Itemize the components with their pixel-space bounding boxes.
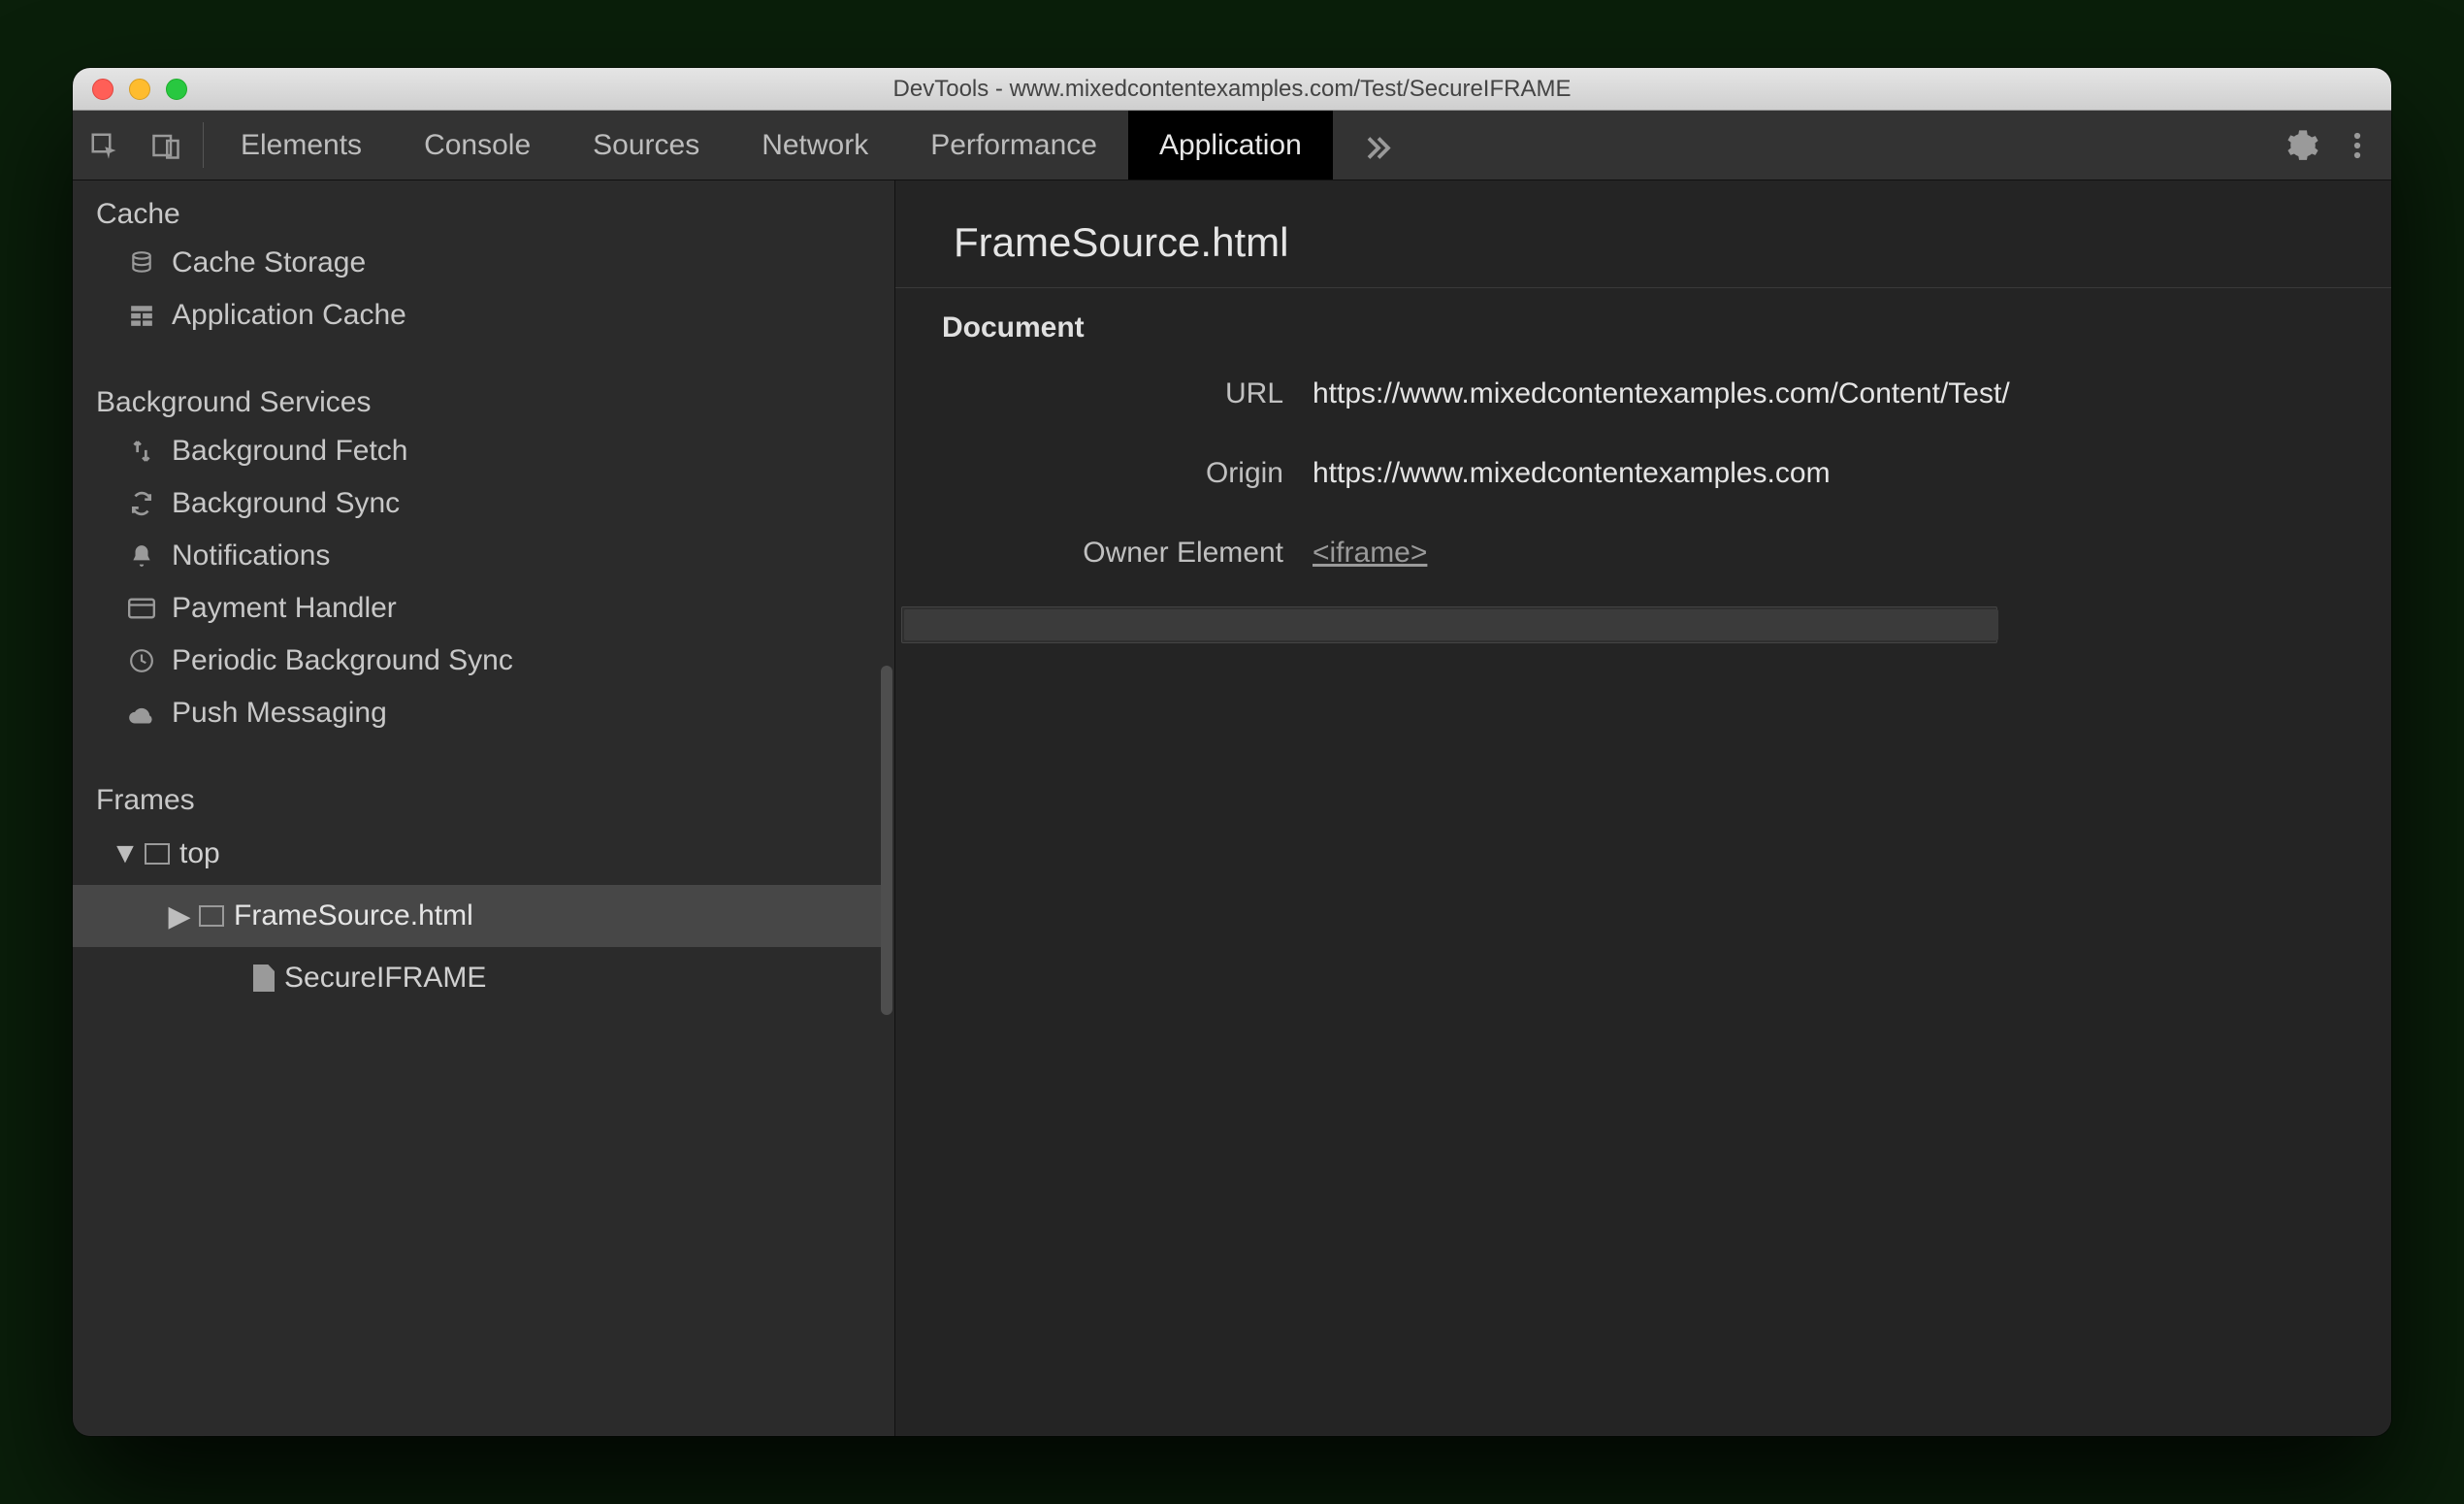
toolbar: Elements Console Sources Network Perform… (73, 111, 2391, 180)
toolbar-divider (203, 122, 204, 168)
clock-icon (127, 646, 156, 675)
sidebar-item-periodic-background-sync[interactable]: Periodic Background Sync (73, 635, 881, 687)
panel-tabs: Elements Console Sources Network Perform… (210, 111, 2253, 180)
sidebar-category-cache: Cache (73, 180, 881, 237)
sidebar-item-push-messaging[interactable]: Push Messaging (73, 687, 881, 739)
frame-tree-framesource[interactable]: ▶ FrameSource.html (73, 885, 881, 947)
tab-elements[interactable]: Elements (210, 111, 393, 180)
horizontal-scrollbar[interactable] (901, 606, 1997, 643)
sidebar-category-frames: Frames (73, 767, 881, 823)
tab-console[interactable]: Console (393, 111, 562, 180)
detail-section-document: Document (895, 288, 2391, 354)
tab-application[interactable]: Application (1128, 111, 1333, 180)
sidebar-scrollbar[interactable] (881, 666, 892, 1015)
bell-icon (127, 541, 156, 571)
sidebar-item-label: Background Fetch (172, 435, 407, 468)
detail-value-origin: https://www.mixedcontentexamples.com (1313, 457, 2391, 490)
credit-card-icon (127, 594, 156, 623)
detail-row-origin: Origin https://www.mixedcontentexamples.… (895, 434, 2391, 513)
close-window-button[interactable] (92, 79, 113, 100)
device-toolbar-button[interactable] (135, 111, 197, 180)
sidebar-item-payment-handler[interactable]: Payment Handler (73, 582, 881, 635)
disclosure-triangle-right-icon: ▶ (170, 899, 189, 933)
tab-sources[interactable]: Sources (562, 111, 730, 180)
minimize-window-button[interactable] (129, 79, 150, 100)
tab-performance[interactable]: Performance (899, 111, 1128, 180)
detail-row-owner-element: Owner Element <iframe> (895, 513, 2391, 593)
sidebar-category-background-services: Background Services (73, 369, 881, 425)
frame-tree-top[interactable]: ▼ top (73, 823, 881, 885)
application-sidebar: Cache Cache Storage (73, 180, 895, 1436)
detail-key: URL (895, 377, 1313, 410)
sidebar-item-label: Background Sync (172, 487, 400, 520)
detail-panel: FrameSource.html Document URL https://ww… (895, 180, 2391, 1436)
frame-label: SecureIFRAME (284, 962, 486, 995)
inspect-element-button[interactable] (73, 111, 135, 180)
cloud-icon (127, 699, 156, 728)
detail-title: FrameSource.html (954, 219, 2362, 266)
frame-label: FrameSource.html (234, 899, 473, 932)
sidebar-item-label: Application Cache (172, 299, 406, 332)
sidebar-item-cache-storage[interactable]: Cache Storage (73, 237, 881, 289)
disclosure-triangle-down-icon: ▼ (115, 837, 135, 870)
sidebar-item-application-cache[interactable]: Application Cache (73, 289, 881, 342)
document-icon (253, 965, 275, 992)
frame-icon (199, 905, 224, 927)
sidebar-item-label: Periodic Background Sync (172, 644, 513, 677)
window-title: DevTools - www.mixedcontentexamples.com/… (73, 76, 2391, 103)
sidebar-item-label: Payment Handler (172, 592, 397, 625)
detail-key: Owner Element (895, 537, 1313, 570)
sync-icon (127, 489, 156, 518)
sidebar-item-notifications[interactable]: Notifications (73, 530, 881, 582)
more-options-button[interactable] (2343, 131, 2372, 160)
frame-icon (145, 843, 170, 865)
sidebar-item-background-sync[interactable]: Background Sync (73, 477, 881, 530)
detail-row-url: URL https://www.mixedcontentexamples.com… (895, 354, 2391, 434)
devtools-window: DevTools - www.mixedcontentexamples.com/… (73, 68, 2391, 1436)
sidebar-item-background-fetch[interactable]: Background Fetch (73, 425, 881, 477)
grid-icon (127, 301, 156, 330)
database-icon (127, 248, 156, 278)
tab-network[interactable]: Network (730, 111, 899, 180)
tab-overflow-button[interactable] (1333, 111, 1424, 180)
frame-tree-secureiframe[interactable]: SecureIFRAME (73, 947, 881, 1009)
sidebar-item-label: Notifications (172, 539, 330, 572)
detail-value-owner-link[interactable]: <iframe> (1313, 537, 2391, 570)
settings-button[interactable] (2286, 129, 2319, 162)
detail-key: Origin (895, 457, 1313, 490)
zoom-window-button[interactable] (166, 79, 187, 100)
sidebar-item-label: Push Messaging (172, 697, 387, 730)
detail-value-url: https://www.mixedcontentexamples.com/Con… (1313, 377, 2391, 410)
sidebar-item-label: Cache Storage (172, 246, 366, 279)
fetch-icon (127, 437, 156, 466)
titlebar: DevTools - www.mixedcontentexamples.com/… (73, 68, 2391, 111)
frame-label: top (179, 837, 220, 870)
scrollbar-thumb[interactable] (904, 609, 1998, 640)
traffic-lights (73, 79, 187, 100)
